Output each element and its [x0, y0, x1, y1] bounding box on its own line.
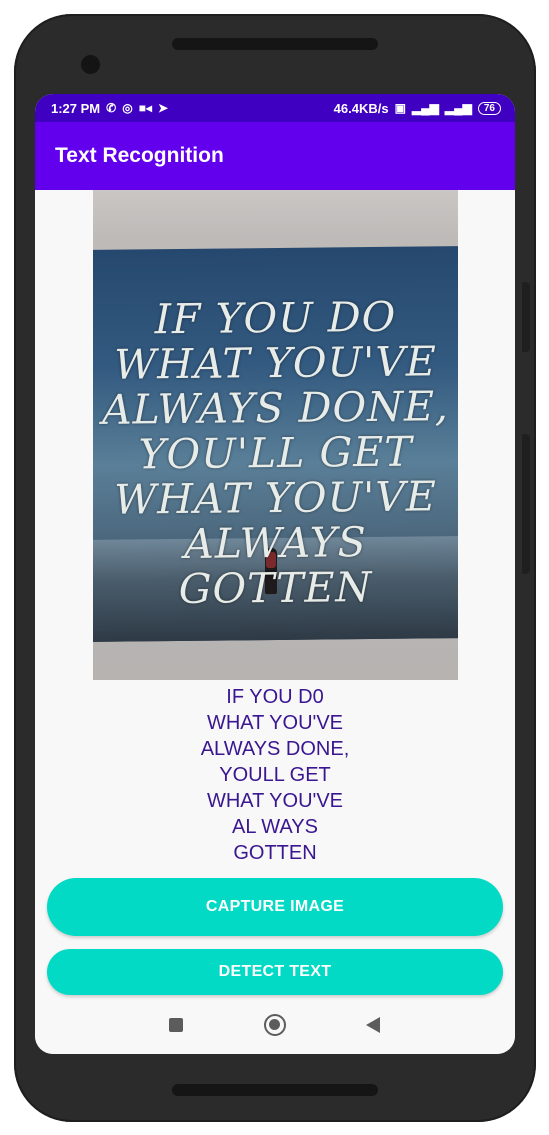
recents-square-icon[interactable] — [169, 1018, 183, 1032]
poster-background: IF YOU DO WHAT YOU'VE ALWAYS DONE, YOU'L… — [93, 246, 458, 642]
status-right: 46.4KB/s ▣ ▂▄▆ ▂▄▆ 76 — [334, 101, 501, 116]
whatsapp-icon: ◎ — [122, 101, 133, 115]
video-camera-icon: ■◂ — [138, 101, 152, 115]
recognized-line: YOULL GET — [219, 764, 331, 786]
recognized-line: AL WAYS — [232, 816, 318, 838]
detect-text-button[interactable]: DETECT TEXT — [47, 949, 503, 995]
volume-button — [522, 434, 530, 574]
telegram-icon: ➤ — [157, 101, 169, 115]
capture-image-button[interactable]: CAPTURE IMAGE — [47, 878, 503, 936]
navigation-bar — [35, 1000, 515, 1054]
power-button — [522, 282, 530, 352]
bottom-speaker — [172, 1084, 378, 1096]
home-circle-icon[interactable] — [264, 1014, 286, 1036]
poster-line: ALWAYS — [184, 518, 367, 568]
status-bar: 1:27 PM ✆ ◎ ■◂ ➤ 46.4KB/s ▣ ▂▄▆ ▂▄▆ 76 — [35, 94, 515, 122]
recognized-line: IF YOU D0 — [226, 686, 324, 708]
earpiece-speaker — [172, 38, 378, 50]
recognized-line: ALWAYS DONE, — [200, 738, 350, 760]
signal-4g-icon: ▂▄▆ — [411, 101, 439, 115]
status-time: 1:27 PM — [51, 100, 101, 116]
back-triangle-icon[interactable] — [366, 1017, 380, 1033]
poster-line: ALWAYS DONE, — [102, 382, 449, 434]
signal-icon: ▂▄▆ — [444, 101, 472, 115]
recognized-text: IF YOU D0 WHAT YOU'VE ALWAYS DONE, YOULL… — [35, 684, 515, 866]
app-bar: Text Recognition — [35, 122, 515, 190]
viber-icon: ✆ — [106, 101, 117, 115]
poster-quote: IF YOU DO WHAT YOU'VE ALWAYS DONE, YOU'L… — [93, 292, 458, 614]
poster-line: IF YOU DO — [154, 292, 397, 344]
recognized-line: WHAT YOU'VE — [206, 790, 344, 812]
poster-line: GOTTEN — [178, 562, 373, 614]
recognized-line: WHAT YOU'VE — [206, 712, 344, 734]
battery-icon: 76 — [477, 101, 501, 115]
status-left: 1:27 PM ✆ ◎ ■◂ ➤ — [51, 101, 168, 116]
app-title: Text Recognition — [55, 144, 224, 167]
poster-line: WHAT YOU'VE — [114, 337, 437, 389]
recognized-line: GOTTEN — [233, 842, 317, 864]
poster-line: WHAT YOU'VE — [114, 472, 437, 524]
captured-image: IF YOU DO WHAT YOU'VE ALWAYS DONE, YOU'L… — [93, 190, 458, 680]
poster-line: YOU'LL GET — [138, 427, 413, 479]
front-camera — [81, 55, 100, 74]
volte-icon: ▣ — [394, 101, 406, 115]
screen: 1:27 PM ✆ ◎ ■◂ ➤ 46.4KB/s ▣ ▂▄▆ ▂▄▆ 76 T… — [35, 94, 515, 1054]
network-speed: 46.4KB/s — [333, 100, 389, 116]
